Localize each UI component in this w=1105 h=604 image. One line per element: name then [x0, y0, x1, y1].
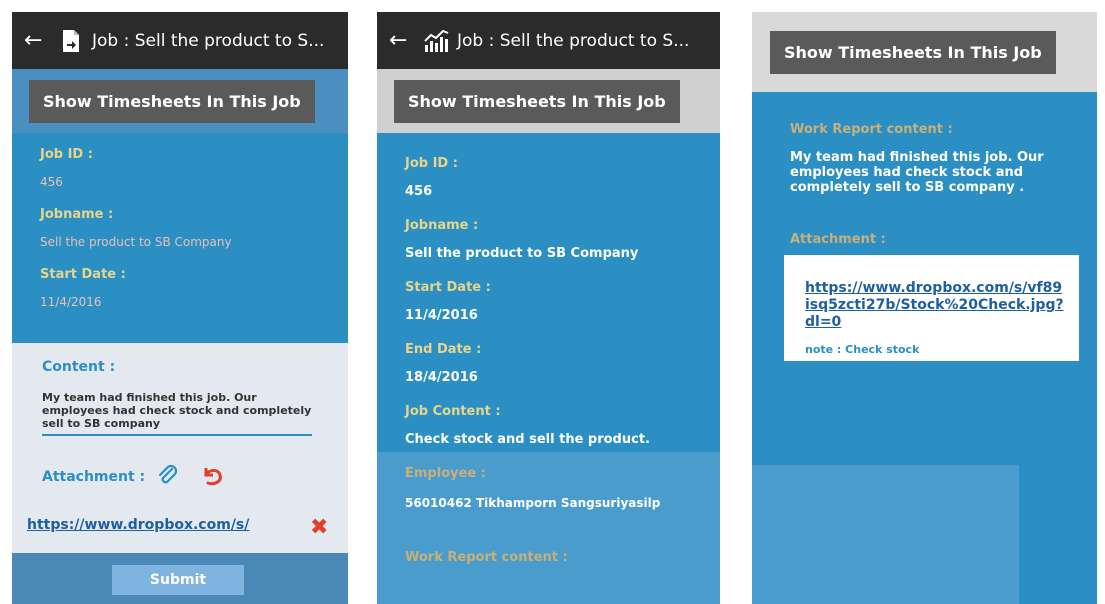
start-date-label: Start Date : — [40, 267, 126, 282]
back-arrow-icon[interactable]: ← — [389, 29, 409, 52]
content-label: Content : — [42, 359, 116, 375]
report-form: Content : My team had finished this job.… — [12, 343, 348, 553]
job-content-value: Check stock and sell the product. — [405, 432, 650, 447]
work-report-value: My team had finished this job. Our emplo… — [790, 150, 1044, 195]
start-date-value: 11/4/2016 — [40, 295, 102, 309]
show-timesheets-button[interactable]: Show Timesheets In This Job — [29, 79, 315, 123]
submit-button[interactable]: Submit — [112, 565, 244, 595]
app-bar-title: Job : Sell the product to S... — [92, 30, 325, 51]
paperclip-icon[interactable] — [156, 464, 180, 492]
attachment-card: https://www.dropbox.com/s/vf89isq5zcti27… — [784, 255, 1079, 361]
jobname-label: Jobname : — [405, 218, 479, 233]
app-bar: ← Job : Sell the product to S... — [377, 12, 720, 69]
show-strip: Show Timesheets In This Job — [377, 69, 720, 133]
show-strip: Show Timesheets In This Job — [752, 12, 1097, 92]
job-info-section: Job ID : 456 Jobname : Sell the product … — [12, 133, 348, 343]
job-id-value: 456 — [40, 175, 63, 189]
end-date-value: 18/4/2016 — [405, 370, 478, 385]
job-content-label: Job Content : — [405, 404, 501, 419]
attachment-link[interactable]: https://www.dropbox.com/s/ — [27, 517, 249, 533]
start-date-label: Start Date : — [405, 280, 491, 295]
chart-icon — [423, 28, 449, 54]
work-report-label: Work Report content : — [405, 550, 568, 565]
app-bar-title: Job : Sell the product to S... — [457, 30, 690, 51]
job-id-label: Job ID : — [40, 147, 93, 162]
jobname-value: Sell the product to SB Company — [40, 235, 232, 249]
attachment-label: Attachment : — [790, 232, 886, 247]
bottom-bar: Submit — [12, 553, 348, 604]
screen-work-report: Show Timesheets In This Job Work Report … — [752, 12, 1097, 604]
show-strip: Show Timesheets In This Job — [12, 69, 348, 133]
job-id-label: Job ID : — [405, 156, 458, 171]
document-icon — [58, 28, 84, 54]
back-arrow-icon[interactable]: ← — [24, 29, 44, 52]
start-date-value: 11/4/2016 — [405, 308, 478, 323]
lower-overlay — [752, 465, 1019, 604]
employee-label: Employee : — [405, 466, 486, 481]
job-id-value: 456 — [405, 184, 433, 199]
show-timesheets-button[interactable]: Show Timesheets In This Job — [394, 79, 680, 123]
work-report-label: Work Report content : — [790, 122, 953, 137]
screen-edit-job: ← Job : Sell the product to S... Show Ti… — [12, 12, 348, 604]
end-date-label: End Date : — [405, 342, 482, 357]
attachment-label: Attachment : — [42, 469, 146, 485]
app-bar: ← Job : Sell the product to S... — [12, 12, 348, 69]
undo-icon[interactable] — [200, 463, 226, 493]
jobname-label: Jobname : — [40, 207, 114, 222]
employee-value: 56010462 Tikhamporn Sangsuriyasilp — [405, 496, 661, 510]
show-timesheets-button[interactable]: Show Timesheets In This Job — [770, 30, 1056, 74]
attachment-note: note : Check stock — [805, 343, 920, 356]
jobname-value: Sell the product to SB Company — [405, 246, 639, 261]
screen-job-detail: ← Job : Sell the product to S... Show Ti… — [377, 12, 720, 604]
content-input[interactable]: My team had finished this job. Our emplo… — [42, 391, 312, 436]
delete-icon[interactable]: ✖ — [310, 515, 328, 540]
attachment-link[interactable]: https://www.dropbox.com/s/vf89isq5zcti27… — [805, 280, 1065, 331]
